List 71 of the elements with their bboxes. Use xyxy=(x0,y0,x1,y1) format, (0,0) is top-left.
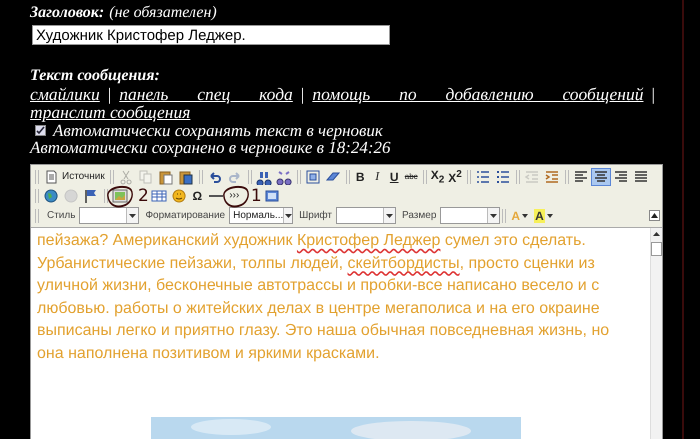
combo-box[interactable] xyxy=(336,207,396,224)
caret-icon xyxy=(546,214,553,218)
body-text: выписаны легко и приятно глазу. Это наша обычная повседневная жизнь, но xyxy=(37,321,610,341)
help-link[interactable]: помощь по добавлению сообщений xyxy=(312,84,644,104)
replace-icon xyxy=(276,168,292,184)
paste-icon xyxy=(158,168,174,184)
links-paragraph: смайлики | панель спец кода | помощь по добавлению сообщений | транслит сообщения xyxy=(30,85,656,121)
field-label: Заголовок: xyxy=(30,4,104,22)
select-all-icon xyxy=(304,168,321,184)
handwritten-number: 2 xyxy=(138,188,149,204)
title-input[interactable]: Художник Кристофер Леджер. xyxy=(32,25,390,45)
combo-label: Стиль xyxy=(47,210,76,221)
source-button[interactable]: Источник xyxy=(41,168,107,186)
help-link[interactable]: смайлики xyxy=(30,84,100,104)
numbered-list-icon xyxy=(474,168,491,184)
table-icon xyxy=(150,188,167,204)
caret-icon xyxy=(386,214,394,218)
combo-label: Форматирование xyxy=(145,210,226,221)
body-text: любовью. работы о житейских делах в центре мегаполиса и на его окраине xyxy=(37,298,601,318)
link-icon xyxy=(43,188,59,204)
copy-icon xyxy=(138,168,154,184)
highlight-button[interactable]: A xyxy=(531,208,556,222)
combo-box[interactable]: Нормаль... xyxy=(229,207,294,224)
autosave-checkbox[interactable] xyxy=(35,125,46,136)
align-center-button[interactable] xyxy=(590,168,611,186)
superscript-button[interactable]: X$^{2}$ xyxy=(446,168,464,186)
strike-button[interactable]: abc xyxy=(402,168,420,186)
help-link[interactable]: панель спец кода xyxy=(119,84,293,104)
align-right-icon xyxy=(612,168,629,184)
combo-label: Размер xyxy=(402,210,436,221)
autosave-status: Автоматически сохранено в черновике в 18:24:26 xyxy=(30,139,392,156)
scrollbar-thumb[interactable] xyxy=(651,242,662,256)
align-left-icon xyxy=(572,168,589,184)
combo-label: Шрифт xyxy=(299,210,332,221)
autosave-label: Автоматически сохранять текст в черновик xyxy=(53,122,383,139)
help-link[interactable]: транслит сообщения xyxy=(30,102,190,122)
body-text: Урбанистические пейзажи, толпы людей, скейтбордисты, просто сценки из xyxy=(37,254,596,274)
body-text: уличной жизни, бесконечные автотрассы и пробки-все написано весело и с xyxy=(37,276,600,296)
outdent-icon xyxy=(524,168,540,184)
cut-icon xyxy=(118,168,134,184)
caret-icon xyxy=(490,214,498,218)
paste-word-icon xyxy=(178,168,194,184)
caret-icon xyxy=(651,213,658,218)
caret-icon xyxy=(284,214,292,218)
image-button[interactable] xyxy=(110,186,130,204)
bullet-list-icon xyxy=(494,168,511,184)
bold-button[interactable]: B xyxy=(352,168,369,186)
underline-button[interactable]: U xyxy=(386,168,403,186)
smiley-icon xyxy=(170,188,187,204)
body-text: она наполнена позитивом и яркими красками. xyxy=(37,344,381,364)
scrollbar[interactable] xyxy=(650,228,662,439)
symbol-button[interactable]: Ω xyxy=(188,186,206,204)
anchor-icon xyxy=(83,188,99,204)
rule-icon xyxy=(208,194,224,198)
combo-box[interactable] xyxy=(440,207,500,224)
italic-button[interactable]: I xyxy=(368,168,386,186)
indent-icon xyxy=(544,168,560,184)
message-label: Текст сообщения: xyxy=(30,67,161,85)
handwritten-number: 1 xyxy=(250,188,262,204)
caret-icon xyxy=(522,214,528,218)
collapse-button[interactable] xyxy=(649,210,660,221)
align-center-icon xyxy=(592,168,609,184)
image-icon xyxy=(112,188,128,204)
body-text: пейзажа? Американский художник Кристофер Леджер сумел это сделать. xyxy=(37,231,587,251)
frame-icon xyxy=(264,188,280,204)
caret-icon xyxy=(129,214,136,218)
subscript-button[interactable]: X$_{2}$ xyxy=(428,168,446,186)
unlink-icon xyxy=(63,188,79,204)
caret-icon xyxy=(653,232,660,236)
justify-icon xyxy=(632,168,649,184)
field-hint: (не обязателен) xyxy=(109,4,217,22)
